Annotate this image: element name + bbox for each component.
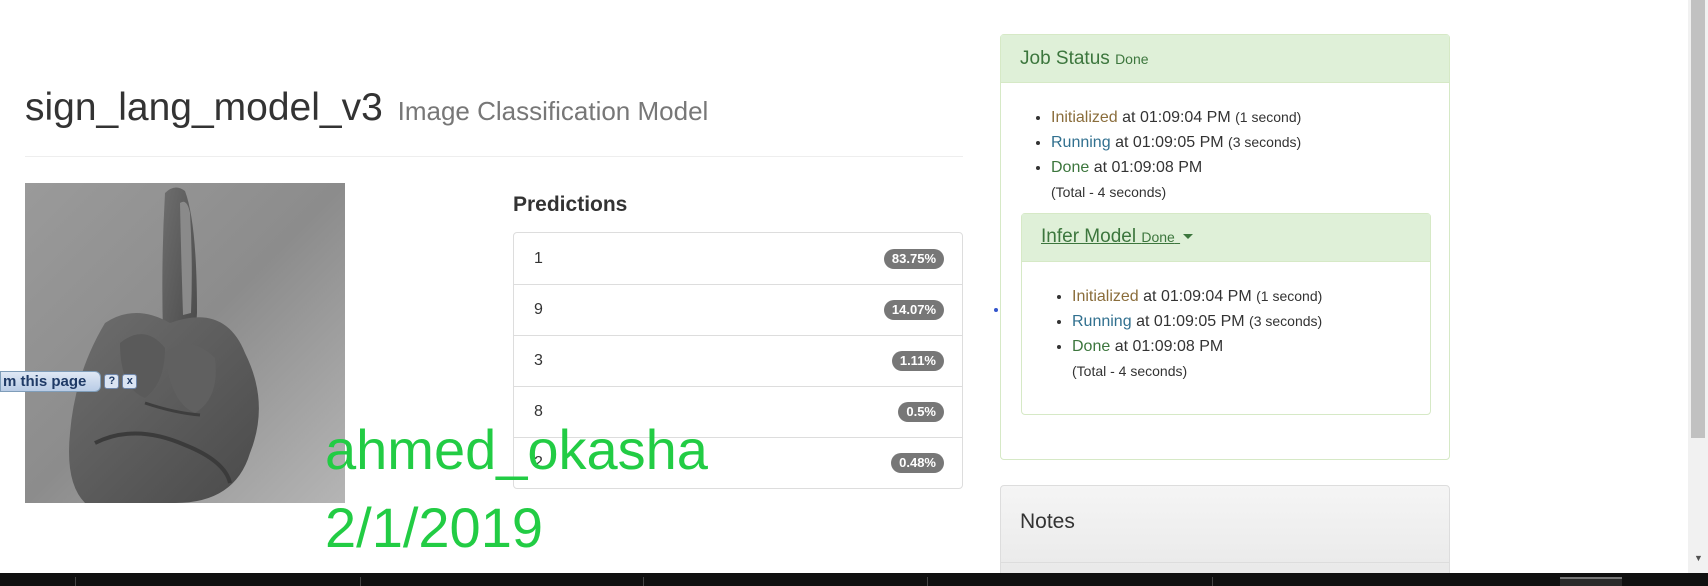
taskbar-item[interactable]: [1560, 577, 1622, 586]
step-time: at 01:09:04 PM: [1122, 109, 1231, 126]
prediction-label: 9: [534, 301, 543, 318]
job-status-heading: Job Status Done: [1001, 35, 1449, 83]
notes-title: Notes: [1020, 510, 1075, 533]
model-type: Image Classification Model: [397, 96, 709, 126]
infer-model-steps: Initialized at 01:09:04 PM (1 second) Ru…: [1022, 284, 1430, 383]
step-duration: (3 seconds): [1228, 134, 1302, 150]
vertical-scrollbar[interactable]: ▲ ▼: [1688, 0, 1708, 573]
taskbar-separator: [643, 577, 644, 586]
status-step: Initialized at 01:09:04 PM (1 second): [1051, 105, 1449, 130]
step-name: Done: [1051, 159, 1090, 176]
notes-divider: [1001, 562, 1449, 563]
help-icon[interactable]: ?: [104, 374, 120, 389]
prediction-row: 1 83.75%: [514, 233, 962, 284]
status-step: Initialized at 01:09:04 PM (1 second): [1072, 284, 1430, 309]
taskbar-separator: [1212, 577, 1213, 586]
taskbar-separator: [75, 577, 76, 586]
prediction-badge: 0.48%: [891, 453, 944, 473]
step-name: Done: [1072, 338, 1111, 355]
page-title: sign_lang_model_v3 Image Classification …: [25, 86, 708, 130]
step-duration: (1 second): [1256, 288, 1323, 304]
infer-model-toggle[interactable]: Infer Model Done: [1041, 226, 1180, 247]
prediction-badge: 0.5%: [898, 402, 944, 422]
step-time: at 01:09:08 PM: [1093, 159, 1203, 176]
taskbar-separator: [360, 577, 361, 586]
watermark-date: 2/1/2019: [325, 496, 543, 559]
decorative-dot: [994, 308, 998, 312]
prediction-badge: 83.75%: [883, 248, 944, 269]
taskbar: [0, 573, 1708, 586]
predictions-heading: Predictions: [513, 193, 628, 216]
infer-model-title: Infer Model: [1041, 226, 1137, 247]
prediction-label: 3: [534, 352, 543, 369]
job-status-state: Done: [1115, 51, 1149, 67]
status-step: Running at 01:09:05 PM (3 seconds): [1051, 130, 1449, 155]
caret-down-icon[interactable]: [1183, 234, 1194, 240]
toolbar-popup-label[interactable]: m this page: [0, 371, 102, 392]
job-status-panel: Job Status Done Initialized at 01:09:04 …: [1000, 34, 1450, 460]
step-time: at 01:09:05 PM: [1115, 134, 1224, 151]
scrollbar-thumb[interactable]: [1691, 0, 1705, 438]
status-step: Done at 01:09:08 PM (Total - 4 seconds): [1072, 334, 1430, 383]
close-icon[interactable]: x: [122, 374, 138, 389]
job-status-steps: Initialized at 01:09:04 PM (1 second) Ru…: [1001, 105, 1449, 204]
step-time: at 01:09:04 PM: [1143, 288, 1252, 305]
taskbar-separator: [927, 577, 928, 586]
model-name: sign_lang_model_v3: [25, 86, 383, 129]
prediction-badge: 1.11%: [891, 351, 944, 371]
translate-toolbar-popup: m this page ? x: [0, 371, 138, 392]
watermark-name: ahmed_okasha: [325, 418, 708, 481]
prediction-row: 9 14.07%: [514, 284, 962, 335]
prediction-label: 1: [534, 249, 543, 267]
step-time: at 01:09:05 PM: [1136, 313, 1245, 330]
notes-panel: Notes: [1000, 485, 1450, 586]
title-divider: [25, 156, 963, 157]
infer-model-panel: Infer Model Done Initialized at 01:09:04…: [1021, 213, 1431, 415]
prediction-badge: 14.07%: [883, 300, 944, 320]
prediction-row: 3 1.11%: [514, 335, 962, 386]
status-step: Running at 01:09:05 PM (3 seconds): [1072, 309, 1430, 334]
step-total: (Total - 4 seconds): [1051, 184, 1167, 200]
step-name: Initialized: [1072, 288, 1139, 305]
status-step: Done at 01:09:08 PM (Total - 4 seconds): [1051, 155, 1449, 204]
step-name: Initialized: [1051, 109, 1118, 126]
step-duration: (3 seconds): [1249, 313, 1323, 329]
step-duration: (1 second): [1235, 109, 1302, 125]
input-image: [25, 183, 345, 503]
step-name: Running: [1051, 134, 1111, 151]
step-time: at 01:09:08 PM: [1114, 338, 1224, 355]
scroll-down-arrow-icon[interactable]: ▼: [1694, 553, 1703, 563]
infer-model-heading[interactable]: Infer Model Done: [1022, 214, 1430, 262]
infer-model-state: Done: [1141, 229, 1175, 245]
step-name: Running: [1072, 313, 1132, 330]
step-total: (Total - 4 seconds): [1072, 363, 1188, 379]
job-status-title: Job Status: [1020, 48, 1110, 69]
